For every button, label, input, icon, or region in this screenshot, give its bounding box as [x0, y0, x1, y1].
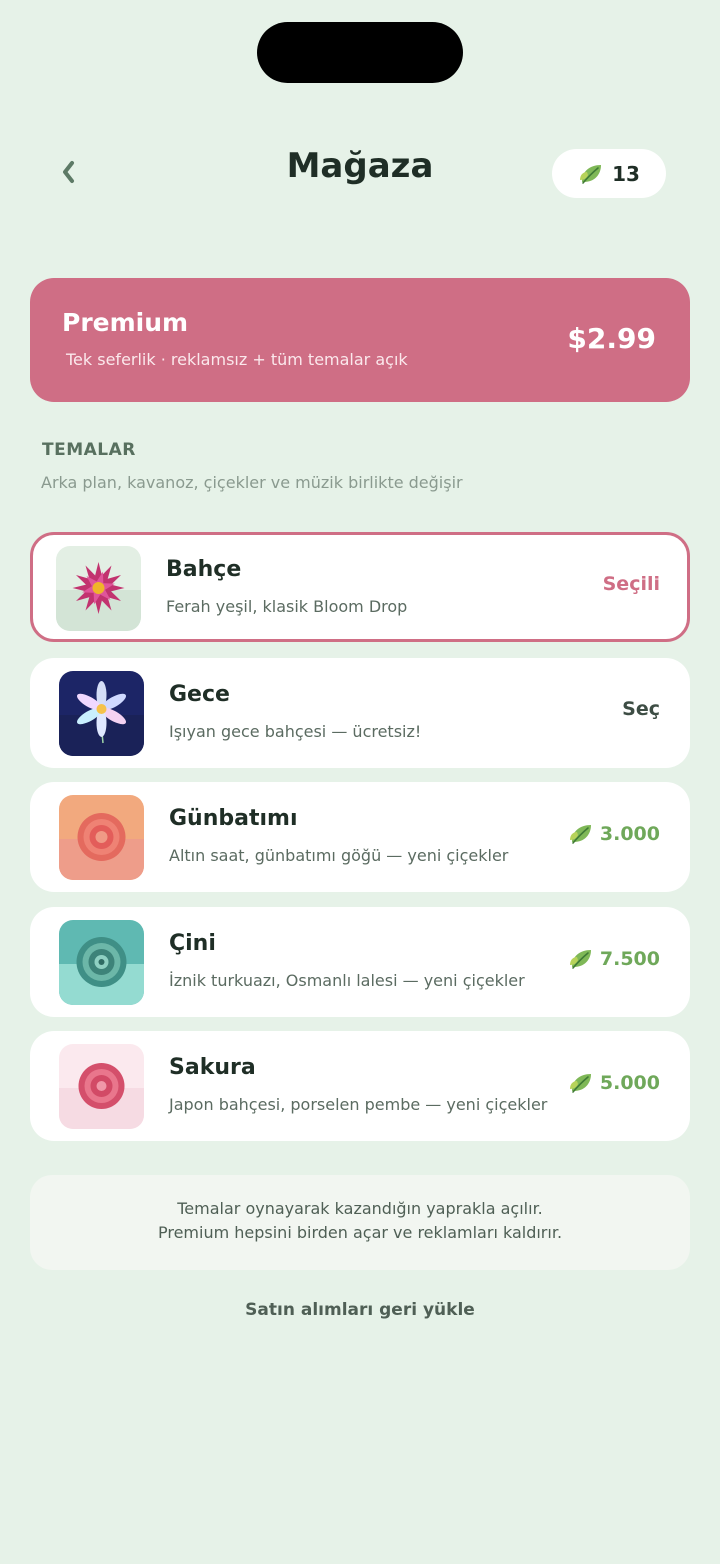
premium-card[interactable]: Premium Tek seferlik · reklamsız + tüm t… — [30, 278, 690, 402]
coral-dahlia-icon — [59, 795, 144, 880]
premium-title: Premium — [62, 308, 189, 337]
price-value: 7.500 — [599, 948, 660, 970]
price-tag[interactable]: 7.500 — [568, 947, 660, 971]
price-value: 5.000 — [599, 1072, 660, 1094]
leaf-icon — [569, 1074, 591, 1093]
leaf-count: 13 — [612, 161, 640, 186]
price-value: 3.000 — [599, 823, 660, 845]
section-title: TEMALAR — [42, 440, 136, 460]
leaf-balance: 13 — [552, 149, 666, 198]
theme-name: Çini — [169, 931, 216, 956]
theme-card-bahce[interactable]: Bahçe Ferah yeşil, klasik Bloom Drop Seç… — [30, 532, 690, 642]
theme-description: Altın saat, günbatımı göğü — yeni çiçekl… — [169, 846, 509, 865]
theme-description: Japon bahçesi, porselen pembe — yeni çiç… — [169, 1095, 548, 1114]
glowing-lily-icon — [59, 671, 144, 756]
select-button[interactable]: Seç — [622, 698, 660, 720]
info-line: Premium hepsini birden açar ve reklamlar… — [157, 1223, 563, 1242]
theme-name: Sakura — [169, 1055, 256, 1080]
pink-camellia-icon — [59, 1044, 144, 1129]
theme-card-gunbatimi[interactable]: Günbatımı Altın saat, günbatımı göğü — y… — [30, 782, 690, 892]
premium-price: $2.99 — [567, 322, 656, 355]
selected-label: Seçili — [602, 573, 660, 595]
leaf-icon — [580, 164, 602, 184]
theme-description: Işıyan gece bahçesi — ücretsiz! — [169, 722, 422, 741]
theme-name: Bahçe — [166, 557, 242, 582]
price-tag[interactable]: 3.000 — [568, 822, 660, 846]
premium-subtitle: Tek seferlik · reklamsız + tüm temalar a… — [66, 350, 408, 369]
theme-card-sakura[interactable]: Sakura Japon bahçesi, porselen pembe — y… — [30, 1031, 690, 1141]
dynamic-island — [257, 22, 463, 83]
info-line: Temalar oynayarak kazandığın yaprakla aç… — [177, 1199, 543, 1218]
theme-name: Günbatımı — [169, 806, 298, 831]
leaf-icon — [569, 825, 591, 844]
price-tag[interactable]: 5.000 — [568, 1071, 660, 1095]
theme-card-gece[interactable]: Gece Işıyan gece bahçesi — ücretsiz! Seç — [30, 658, 690, 768]
leaf-icon — [569, 950, 591, 969]
magenta-dahlia-icon — [56, 546, 141, 631]
restore-purchases-link[interactable]: Satın alımları geri yükle — [0, 1300, 720, 1320]
theme-description: Ferah yeşil, klasik Bloom Drop — [166, 597, 408, 616]
theme-description: İznik turkuazı, Osmanlı lalesi — yeni çi… — [169, 971, 525, 990]
info-box: Temalar oynayarak kazandığın yaprakla aç… — [30, 1175, 690, 1270]
teal-rose-icon — [59, 920, 144, 1005]
section-subtitle: Arka plan, kavanoz, çiçekler ve müzik bi… — [41, 473, 463, 492]
theme-name: Gece — [169, 682, 230, 707]
theme-card-cini[interactable]: Çini İznik turkuazı, Osmanlı lalesi — ye… — [30, 907, 690, 1017]
